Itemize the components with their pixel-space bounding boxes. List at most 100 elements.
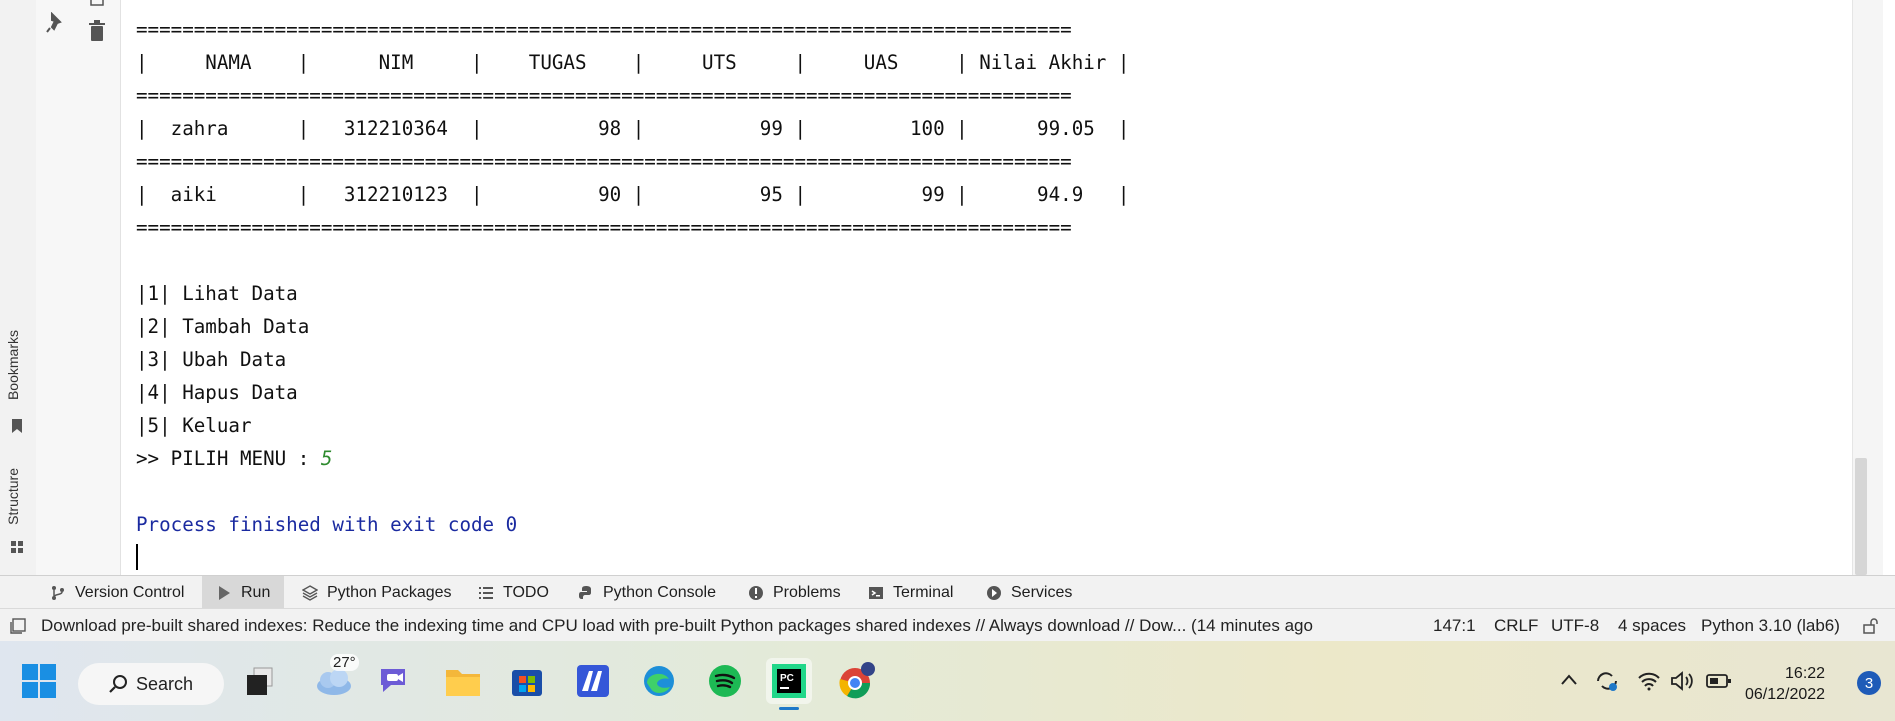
tab-problems[interactable]: Problems — [748, 576, 868, 609]
pin-icon[interactable] — [46, 12, 66, 34]
run-tool-column — [36, 0, 77, 575]
chrome-button[interactable] — [834, 658, 880, 704]
tab-terminal[interactable]: Terminal — [868, 576, 988, 609]
trash-icon[interactable] — [88, 20, 106, 42]
tab-label: Run — [241, 583, 271, 601]
run-tool-column-2 — [76, 0, 121, 575]
tab-label: TODO — [503, 583, 549, 601]
menu-item-keluar: |5| Keluar — [136, 414, 252, 437]
tab-label: Version Control — [75, 583, 185, 601]
terminal-icon — [869, 586, 883, 599]
search-label: Search — [136, 673, 194, 694]
tab-version-control[interactable]: Version Control — [42, 576, 200, 609]
tab-label: Python Packages — [327, 583, 452, 601]
spotify-icon — [709, 665, 741, 697]
text-caret — [136, 544, 138, 570]
weather-widget[interactable]: 27° — [306, 654, 362, 704]
menu-prompt: >> PILIH MENU : 5 — [136, 448, 332, 470]
prompt-label: >> PILIH MENU : — [136, 447, 321, 470]
bookmarks-label: Bookmarks — [5, 330, 21, 401]
python-interpreter[interactable]: Python 3.10 (lab6) — [1701, 616, 1840, 636]
table-separator: ========================================… — [136, 150, 1072, 173]
table-separator: ========================================… — [136, 18, 1072, 41]
tab-python-packages[interactable]: Python Packages — [302, 576, 462, 609]
tab-label: Problems — [773, 583, 841, 601]
status-bar: Download pre-built shared indexes: Reduc… — [0, 608, 1895, 642]
show-hidden-icons-chevron-icon[interactable] — [1560, 673, 1578, 687]
prompt-input-value: 5 — [320, 447, 333, 470]
chrome-icon — [839, 662, 875, 699]
run-console[interactable]: ========================================… — [121, 0, 1852, 575]
task-view-button[interactable] — [237, 658, 283, 704]
taskbar-search[interactable]: Search — [78, 663, 224, 705]
clock-time: 16:22 — [1785, 665, 1826, 682]
file-encoding[interactable]: UTF-8 — [1551, 616, 1599, 636]
tab-services[interactable]: Services — [986, 576, 1106, 609]
file-explorer-button[interactable] — [440, 658, 486, 704]
tab-label: Services — [1011, 583, 1073, 601]
indent-setting[interactable]: 4 spaces — [1618, 616, 1686, 636]
tab-label: Python Console — [603, 583, 716, 601]
svg-text:PC: PC — [780, 673, 794, 684]
status-message[interactable]: Download pre-built shared indexes: Reduc… — [41, 616, 1313, 636]
start-button[interactable] — [16, 658, 62, 704]
store-icon — [512, 670, 542, 696]
services-icon — [987, 585, 1001, 600]
line-ending[interactable]: CRLF — [1494, 616, 1538, 636]
table-row: | zahra | 312210364 | 98 | 99 | 100 | 99… — [136, 117, 1130, 140]
bookmarks-tab[interactable]: Bookmarks — [5, 330, 21, 400]
app-button-m[interactable] — [570, 658, 616, 704]
menu-item-lihat-data: |1| Lihat Data — [136, 282, 298, 305]
menu-item-ubah-data: |3| Ubah Data — [136, 348, 287, 371]
table-header-row: | NAMA | NIM | TUGAS | UTS | UAS | Nilai… — [136, 51, 1130, 74]
tool-window-bar: Version Control Run Python Packages TODO… — [0, 575, 1895, 609]
windows-logo-icon — [22, 664, 56, 698]
pycharm-icon: PC — [772, 664, 806, 698]
bookmark-icon — [12, 419, 22, 433]
console-scrollbar-thumb[interactable] — [1855, 458, 1867, 575]
lock-icon[interactable] — [1862, 618, 1878, 634]
list-icon — [479, 586, 493, 599]
system-clock[interactable]: 16:22 06/12/2022 — [1745, 663, 1825, 705]
sync-icon[interactable] — [1594, 669, 1620, 693]
teams-chat-button[interactable] — [372, 658, 418, 704]
weather-temperature: 27° — [330, 654, 359, 671]
table-separator: ========================================… — [136, 216, 1072, 239]
edge-browser-button[interactable] — [636, 658, 682, 704]
table-row: | aiki | 312210123 | 90 | 95 | 99 | 94.9… — [136, 183, 1130, 206]
structure-tab[interactable]: Structure — [5, 468, 21, 525]
volume-icon[interactable] — [1670, 671, 1696, 691]
app-m-icon — [577, 665, 609, 697]
tab-run[interactable]: Run — [202, 576, 284, 609]
left-tool-stripe: Bookmarks Structure — [0, 0, 37, 575]
notification-badge[interactable]: 3 — [1857, 671, 1881, 695]
tab-python-console[interactable]: Python Console — [578, 576, 728, 609]
wifi-icon[interactable] — [1637, 671, 1661, 691]
windows-taskbar: Search 27° PC 16:22 06/12/2022 3 — [0, 641, 1895, 721]
caret-position[interactable]: 147:1 — [1433, 616, 1476, 636]
problems-icon — [749, 585, 763, 600]
spotify-button[interactable] — [702, 658, 748, 704]
packages-icon — [302, 584, 318, 601]
battery-icon[interactable] — [1706, 673, 1732, 689]
tab-label: Terminal — [893, 583, 954, 601]
run-icon — [219, 585, 230, 600]
pycharm-button[interactable]: PC — [766, 658, 812, 710]
notification-panel-icon[interactable] — [10, 618, 26, 634]
search-icon — [109, 675, 127, 693]
process-finished-message: Process finished with exit code 0 — [136, 513, 518, 536]
folder-icon — [446, 670, 480, 696]
structure-icon — [11, 541, 23, 553]
active-app-indicator — [779, 707, 799, 710]
structure-label: Structure — [5, 468, 21, 525]
menu-item-tambah-data: |2| Tambah Data — [136, 315, 310, 338]
branch-icon — [52, 585, 64, 600]
edge-icon — [644, 666, 674, 696]
microsoft-store-button[interactable] — [504, 658, 550, 704]
tab-todo[interactable]: TODO — [478, 576, 558, 609]
chat-icon — [381, 669, 405, 692]
clock-date: 06/12/2022 — [1745, 686, 1826, 703]
layout-icon[interactable] — [89, 0, 105, 6]
menu-item-hapus-data: |4| Hapus Data — [136, 381, 298, 404]
task-view-icon — [247, 667, 273, 695]
